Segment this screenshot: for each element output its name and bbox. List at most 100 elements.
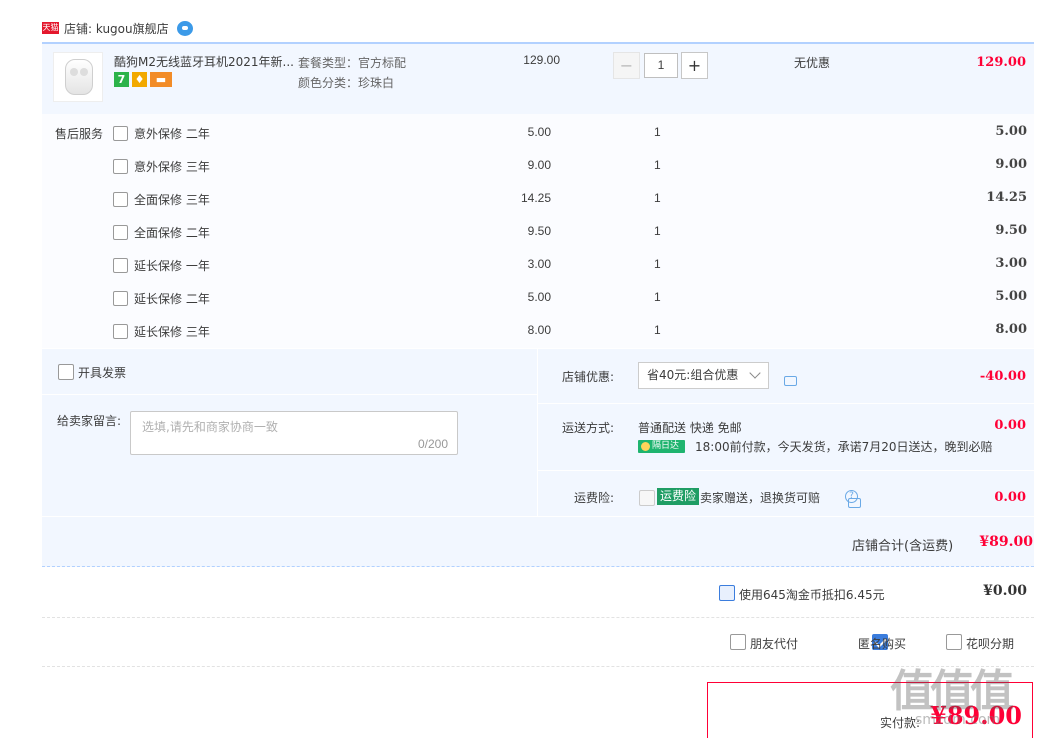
tmall-icon: 天猫 [42, 22, 59, 34]
package-type: 套餐类型：官方标配 [298, 56, 407, 70]
service-price: 5.00 [527, 125, 551, 139]
service-price: 9.00 [527, 158, 551, 172]
service-checkbox[interactable] [113, 159, 128, 174]
service-qty: 1 [654, 191, 661, 205]
huabei-checkbox[interactable] [946, 634, 962, 650]
anonymous-label[interactable]: 匿名购买 [858, 635, 906, 652]
divider [538, 470, 1034, 471]
shipping-label: 运送方式: [562, 421, 615, 435]
service-qty: 1 [654, 257, 661, 271]
service-qty: 1 [654, 158, 661, 172]
chevron-down-icon [749, 367, 761, 379]
next-day-badge: 隔日达 [638, 440, 685, 453]
qty-plus-button[interactable]: + [681, 52, 708, 79]
service-checkbox[interactable] [113, 258, 128, 273]
service-row: 全面保修 二年 9.50 1 9.50 [42, 216, 1034, 249]
service-total: 5.00 [995, 289, 1027, 304]
service-qty: 1 [654, 290, 661, 304]
store-total-amount: ¥89.00 [979, 534, 1033, 550]
message-label: 给卖家留言: [57, 414, 122, 428]
service-name: 意外保修 三年 [134, 160, 210, 174]
shipping-note: 18:00前付款，今天发货，承诺7月20日送达，晚到必赔 [695, 440, 993, 454]
message-input[interactable]: 选填,请先和商家协商一致 0/200 [130, 411, 458, 455]
product-thumbnail[interactable] [53, 52, 103, 102]
item-discount: 无优惠 [794, 56, 831, 70]
service-name: 延长保修 一年 [134, 259, 210, 273]
product-badges: 7 ♦ ▬ [114, 72, 172, 87]
coins-checkbox[interactable] [719, 585, 735, 601]
store-promo-amount: -40.00 [979, 369, 1026, 384]
service-total: 14.25 [986, 190, 1027, 205]
service-total: 9.50 [995, 223, 1027, 238]
divider [42, 666, 1034, 667]
service-price: 5.00 [527, 290, 551, 304]
service-row: 全面保修 三年 14.25 1 14.25 [42, 183, 1034, 216]
coins-amount: ¥0.00 [983, 583, 1027, 599]
service-row: 延长保修 三年 8.00 1 8.00 [42, 315, 1034, 348]
qty-minus-button[interactable]: − [613, 52, 640, 79]
service-qty: 1 [654, 125, 661, 139]
insurance-tag: 运费险 [657, 488, 700, 505]
product-title[interactable]: 酷狗M2无线蓝牙耳机2021年新... [114, 53, 294, 70]
color-option: 颜色分类：珍珠白 [298, 76, 395, 90]
watermark-domain: smzdm.com [915, 712, 1001, 728]
message-placeholder: 选填,请先和商家协商一致 [142, 420, 278, 434]
service-checkbox[interactable] [113, 324, 128, 339]
insurance-label: 运费险: [574, 491, 615, 505]
friend-pay-label[interactable]: 朋友代付 [750, 635, 798, 652]
card-payment-icon: ▬ [150, 72, 172, 87]
service-total: 3.00 [995, 256, 1027, 271]
service-name: 全面保修 三年 [134, 193, 210, 207]
service-price: 14.25 [520, 191, 551, 205]
service-checkbox[interactable] [113, 291, 128, 306]
friend-pay-checkbox[interactable] [730, 634, 746, 650]
service-qty: 1 [654, 323, 661, 337]
coins-label[interactable]: 使用645淘金币抵扣6.45元 [739, 586, 885, 603]
insurance-amount: 0.00 [994, 490, 1026, 505]
invoice-checkbox[interactable] [58, 364, 74, 380]
store-promo-selected: 省40元:组合优惠 [647, 368, 739, 382]
service-name: 意外保修 二年 [134, 127, 210, 141]
huabei-label[interactable]: 花呗分期 [966, 635, 1014, 652]
service-name: 全面保修 二年 [134, 226, 210, 240]
service-row: 意外保修 二年 5.00 1 5.00 [42, 117, 1034, 150]
service-price: 9.50 [527, 224, 551, 238]
service-price: 3.00 [527, 257, 551, 271]
seven-day-return-icon: 7 [114, 72, 129, 87]
shipping-amount: 0.00 [994, 418, 1026, 433]
item-subtotal: 129.00 [976, 55, 1026, 70]
service-row: 延长保修 二年 5.00 1 5.00 [42, 282, 1034, 315]
store-header: 天猫 店铺: kugou旗舰店 [42, 18, 193, 38]
message-char-count: 0/200 [417, 437, 448, 451]
service-price: 8.00 [527, 323, 551, 337]
help-icon[interactable]: ? [845, 490, 858, 503]
chat-icon[interactable] [176, 20, 193, 36]
divider [42, 617, 1034, 618]
comment-icon[interactable] [784, 376, 797, 386]
watermark-logo: 值值值 [890, 666, 1014, 717]
invoice-label[interactable]: 开具发票 [78, 364, 126, 381]
shipping-method: 普通配送 快递 免邮 [638, 421, 742, 435]
service-checkbox[interactable] [113, 192, 128, 207]
service-total: 9.00 [995, 157, 1027, 172]
quantity-input[interactable]: 1 [644, 53, 678, 78]
service-name: 延长保修 三年 [134, 325, 210, 339]
store-promo-select[interactable]: 省40元:组合优惠 [638, 362, 769, 389]
store-total-label: 店铺合计(含运费) [852, 539, 954, 554]
service-checkbox[interactable] [113, 225, 128, 240]
divider [538, 403, 1034, 404]
service-row: 意外保修 三年 9.00 1 9.00 [42, 150, 1034, 183]
insurance-note: 卖家赠送，退换货可赔 [700, 491, 821, 505]
store-promo-label: 店铺优惠: [562, 370, 615, 384]
service-total: 5.00 [995, 124, 1027, 139]
insurance-checkbox [639, 490, 655, 506]
divider [42, 394, 537, 395]
service-row: 延长保修 一年 3.00 1 3.00 [42, 249, 1034, 282]
store-name[interactable]: 店铺: kugou旗舰店 [64, 20, 169, 37]
service-checkbox[interactable] [113, 126, 128, 141]
service-name: 延长保修 二年 [134, 292, 210, 306]
guarantee-icon: ♦ [132, 72, 147, 87]
service-qty: 1 [654, 224, 661, 238]
service-total: 8.00 [995, 322, 1027, 337]
unit-price: 129.00 [523, 53, 560, 67]
